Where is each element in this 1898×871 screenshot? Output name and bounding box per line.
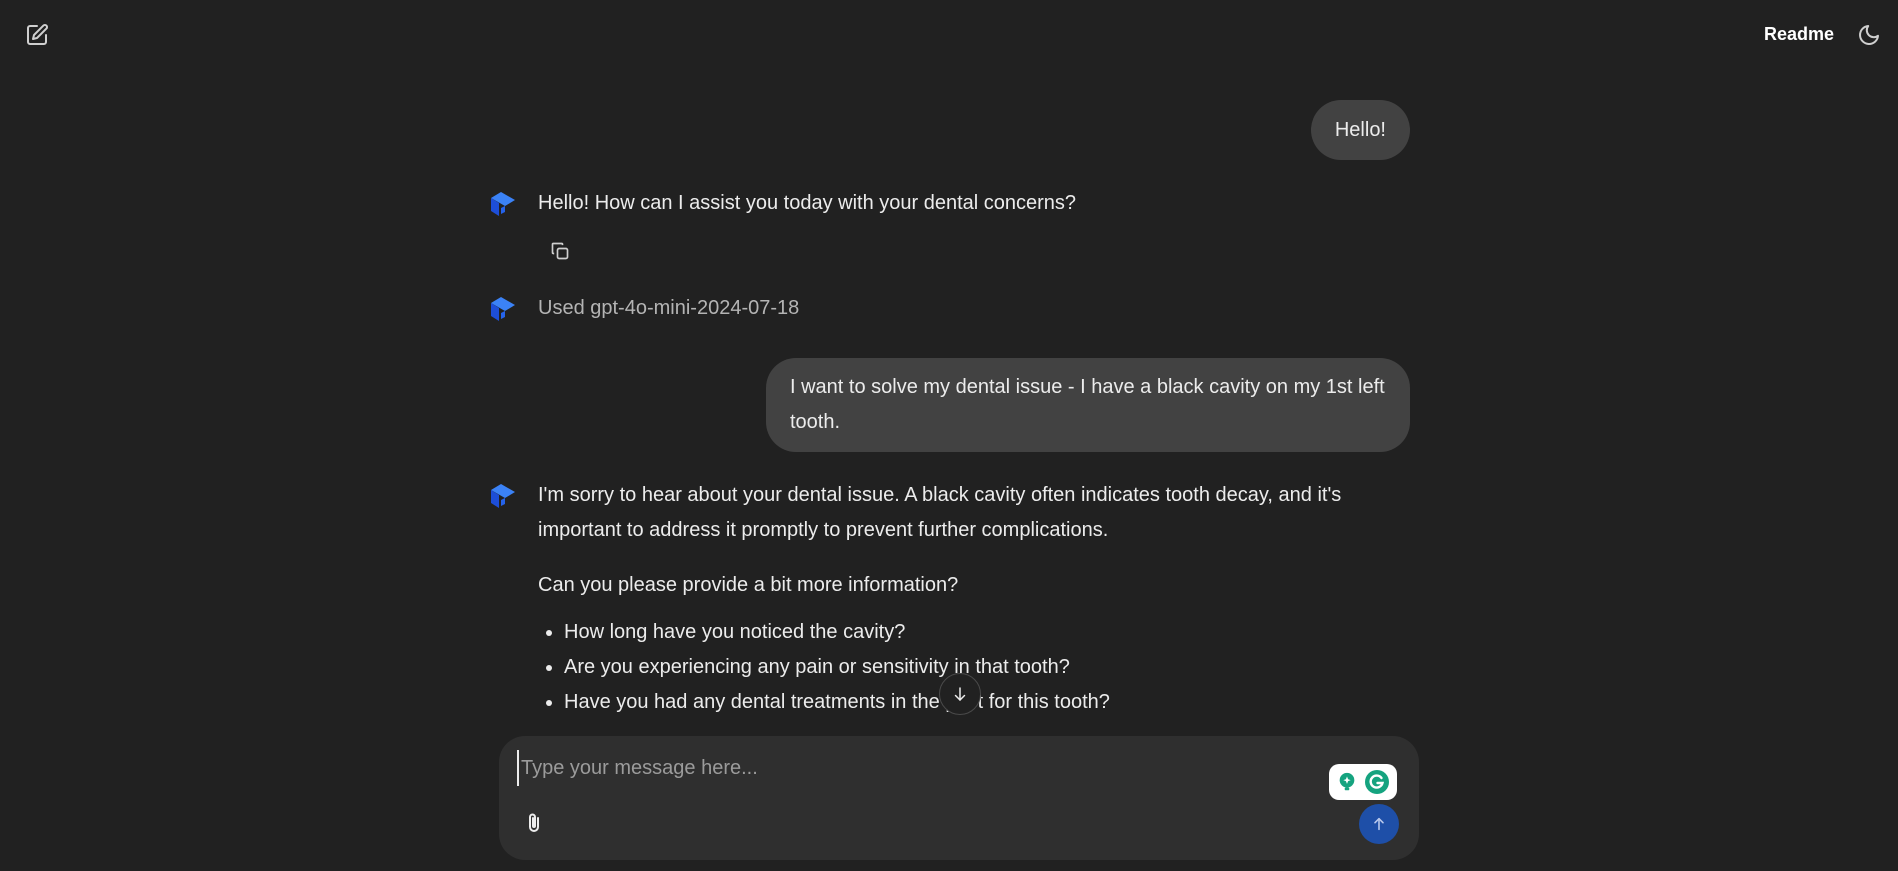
- list-item: Are you experiencing any pain or sensiti…: [564, 650, 1410, 685]
- user-message: Hello!: [488, 100, 1410, 160]
- assistant-logo-icon: [491, 192, 515, 216]
- user-message: I want to solve my dental issue - I have…: [488, 358, 1410, 452]
- arrow-up-icon: [1374, 817, 1384, 831]
- new-chat-button[interactable]: [22, 20, 52, 50]
- top-bar: Readme: [0, 0, 1898, 70]
- assistant-message: Hello! How can I assist you today with y…: [488, 186, 1410, 265]
- moon-icon: [1859, 25, 1879, 45]
- chat-transcript[interactable]: Hello! Hello! How can I assist you today…: [488, 100, 1410, 736]
- send-button[interactable]: [1359, 804, 1399, 844]
- grammarly-icon: [1365, 770, 1390, 794]
- user-message-bubble: I want to solve my dental issue - I have…: [766, 358, 1410, 452]
- lightbulb-icon: [1339, 772, 1354, 791]
- model-used-note: Used gpt-4o-mini-2024-07-18: [488, 291, 1410, 326]
- paperclip-icon: [529, 813, 539, 832]
- attach-file-button[interactable]: [519, 808, 549, 838]
- model-used-text: Used gpt-4o-mini-2024-07-18: [538, 297, 800, 319]
- list-item: Have you had any dental treatments in th…: [564, 685, 1410, 720]
- user-message-bubble: Hello!: [1310, 100, 1410, 160]
- list-item: How long have you noticed the cavity?: [564, 615, 1410, 650]
- copy-button[interactable]: [546, 237, 574, 265]
- scroll-to-bottom-button[interactable]: [939, 673, 981, 715]
- message-composer: [499, 736, 1419, 860]
- message-input[interactable]: [517, 750, 1317, 786]
- theme-toggle-button[interactable]: [1854, 20, 1884, 50]
- edit-square-icon: [27, 24, 48, 45]
- assistant-logo-icon: [491, 484, 515, 508]
- arrow-down-icon: [954, 687, 966, 701]
- assistant-message-text: I'm sorry to hear about your dental issu…: [538, 484, 1342, 541]
- grammarly-widget[interactable]: [1329, 764, 1397, 800]
- assistant-message-body: Hello! How can I assist you today with y…: [538, 186, 1410, 265]
- copy-icon: [551, 242, 569, 260]
- readme-link[interactable]: Readme: [1764, 24, 1834, 45]
- assistant-message-text: Hello! How can I assist you today with y…: [538, 192, 1077, 214]
- assistant-logo-icon: [491, 297, 515, 321]
- assistant-message-text: Can you please provide a bit more inform…: [538, 574, 959, 596]
